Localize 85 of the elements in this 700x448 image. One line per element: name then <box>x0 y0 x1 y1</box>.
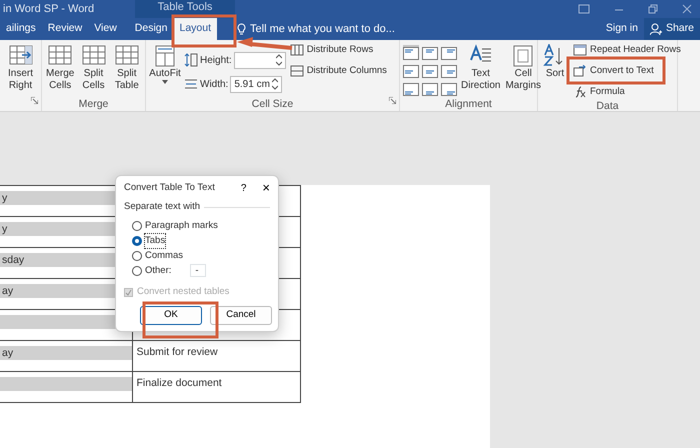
convert-icon <box>573 65 587 77</box>
formula-icon <box>573 86 587 98</box>
ribbon-button[interactable]: Text Direction <box>460 42 502 97</box>
lightbulb-icon <box>237 23 246 35</box>
ribbon-tab[interactable]: View <box>88 18 123 40</box>
field-label: Width: <box>200 78 228 92</box>
align-button[interactable] <box>422 45 438 60</box>
check-icon <box>125 288 132 296</box>
align-button[interactable] <box>403 63 419 78</box>
spin-arrows-icon <box>276 54 282 66</box>
align-icon <box>403 83 419 96</box>
ribbon-button[interactable]: Merge Cells <box>45 42 76 97</box>
align-button[interactable] <box>422 82 438 97</box>
align-button[interactable] <box>403 82 419 97</box>
ribbon-button[interactable]: AutoFit <box>149 42 181 97</box>
distribute-columns-icon <box>290 65 304 77</box>
sign-in-link[interactable]: Sign in <box>600 18 644 40</box>
option-label[interactable]: Commas <box>145 248 184 263</box>
highlight-frame <box>172 14 236 48</box>
align-icon <box>403 64 419 78</box>
dialog-button[interactable]: Cancel <box>210 306 272 324</box>
arrow <box>237 37 292 50</box>
group-label: Cell Size <box>252 98 294 110</box>
row-height-icon <box>184 53 198 67</box>
launcher-icon <box>31 96 38 104</box>
radio-button[interactable] <box>132 220 142 231</box>
close-icon <box>682 4 692 14</box>
ribbon-button[interactable]: Cell Margins <box>504 42 542 97</box>
share-button[interactable]: Share <box>644 18 700 40</box>
tell-me-search[interactable]: Tell me what you want to do... <box>250 20 395 38</box>
help-button[interactable]: ? <box>240 180 246 196</box>
ribbon-button[interactable]: Repeat Header Rows <box>572 43 682 57</box>
spin-arrows-icon <box>272 78 278 90</box>
align-icon <box>441 83 457 96</box>
ribbon-button[interactable]: Insert Right <box>3 42 38 97</box>
align-button[interactable] <box>441 82 457 97</box>
radio-button[interactable] <box>132 236 142 246</box>
align-button[interactable] <box>403 45 419 60</box>
align-icon <box>403 46 419 60</box>
align-icon <box>441 46 457 60</box>
ribbon-tab[interactable]: Design <box>128 18 174 40</box>
column-width-icon <box>184 77 198 91</box>
ribbon-tab[interactable]: Layout <box>173 18 218 40</box>
field-label: Height: <box>200 54 232 68</box>
context-tab-title: Table Tools <box>158 1 212 13</box>
launcher-icon <box>389 96 396 104</box>
spin-field[interactable]: 5.91 cm <box>230 76 282 92</box>
align-icon <box>422 83 438 96</box>
close-button[interactable]: × <box>262 178 270 198</box>
align-icon <box>422 64 438 78</box>
window-title: in Word SP - Word <box>3 2 94 15</box>
ribbon-button[interactable]: Convert to Text <box>572 64 682 78</box>
align-icon <box>422 46 438 60</box>
option-label[interactable]: Tabs <box>145 234 166 248</box>
option-label[interactable]: Other: <box>145 264 172 278</box>
dialog-button[interactable]: OK <box>140 306 202 324</box>
ribbon-button[interactable]: Split Table <box>112 42 142 97</box>
ribbon-button[interactable]: Split Cells <box>78 42 109 97</box>
ribbon-tab[interactable]: ailings <box>0 18 42 40</box>
align-button[interactable] <box>441 45 457 60</box>
header-rows-icon <box>573 44 587 56</box>
ribbon-button[interactable]: Distribute Columns <box>288 64 388 78</box>
group-label: Merge <box>78 98 108 110</box>
align-icon <box>441 64 457 78</box>
ribbon-button[interactable]: Distribute Rows <box>288 43 388 57</box>
radio-button[interactable] <box>132 250 142 261</box>
restore-icon <box>648 4 658 14</box>
checkbox-label: Convert nested tables <box>137 285 230 300</box>
group-label: Data <box>596 100 619 112</box>
option-label[interactable]: Paragraph marks <box>145 218 218 233</box>
align-button[interactable] <box>422 63 438 78</box>
spin-field[interactable] <box>234 52 286 68</box>
group-label: Alignment <box>445 98 492 110</box>
radio-button[interactable] <box>132 266 142 276</box>
person-icon <box>650 23 662 35</box>
ribbon-button[interactable]: Sort <box>541 42 569 99</box>
table-cell-text: Submit for review <box>136 345 219 360</box>
ribbon-button[interactable]: Formula <box>572 85 682 99</box>
table-cell: ay <box>0 346 132 360</box>
ribbon-tab[interactable]: Review <box>42 18 88 40</box>
table-cell-text: Finalize document <box>136 376 223 391</box>
distribute-rows-icon <box>290 44 304 56</box>
separator-field[interactable]: - <box>190 264 206 278</box>
ribbon-options-icon <box>578 4 590 14</box>
align-button[interactable] <box>441 63 457 78</box>
